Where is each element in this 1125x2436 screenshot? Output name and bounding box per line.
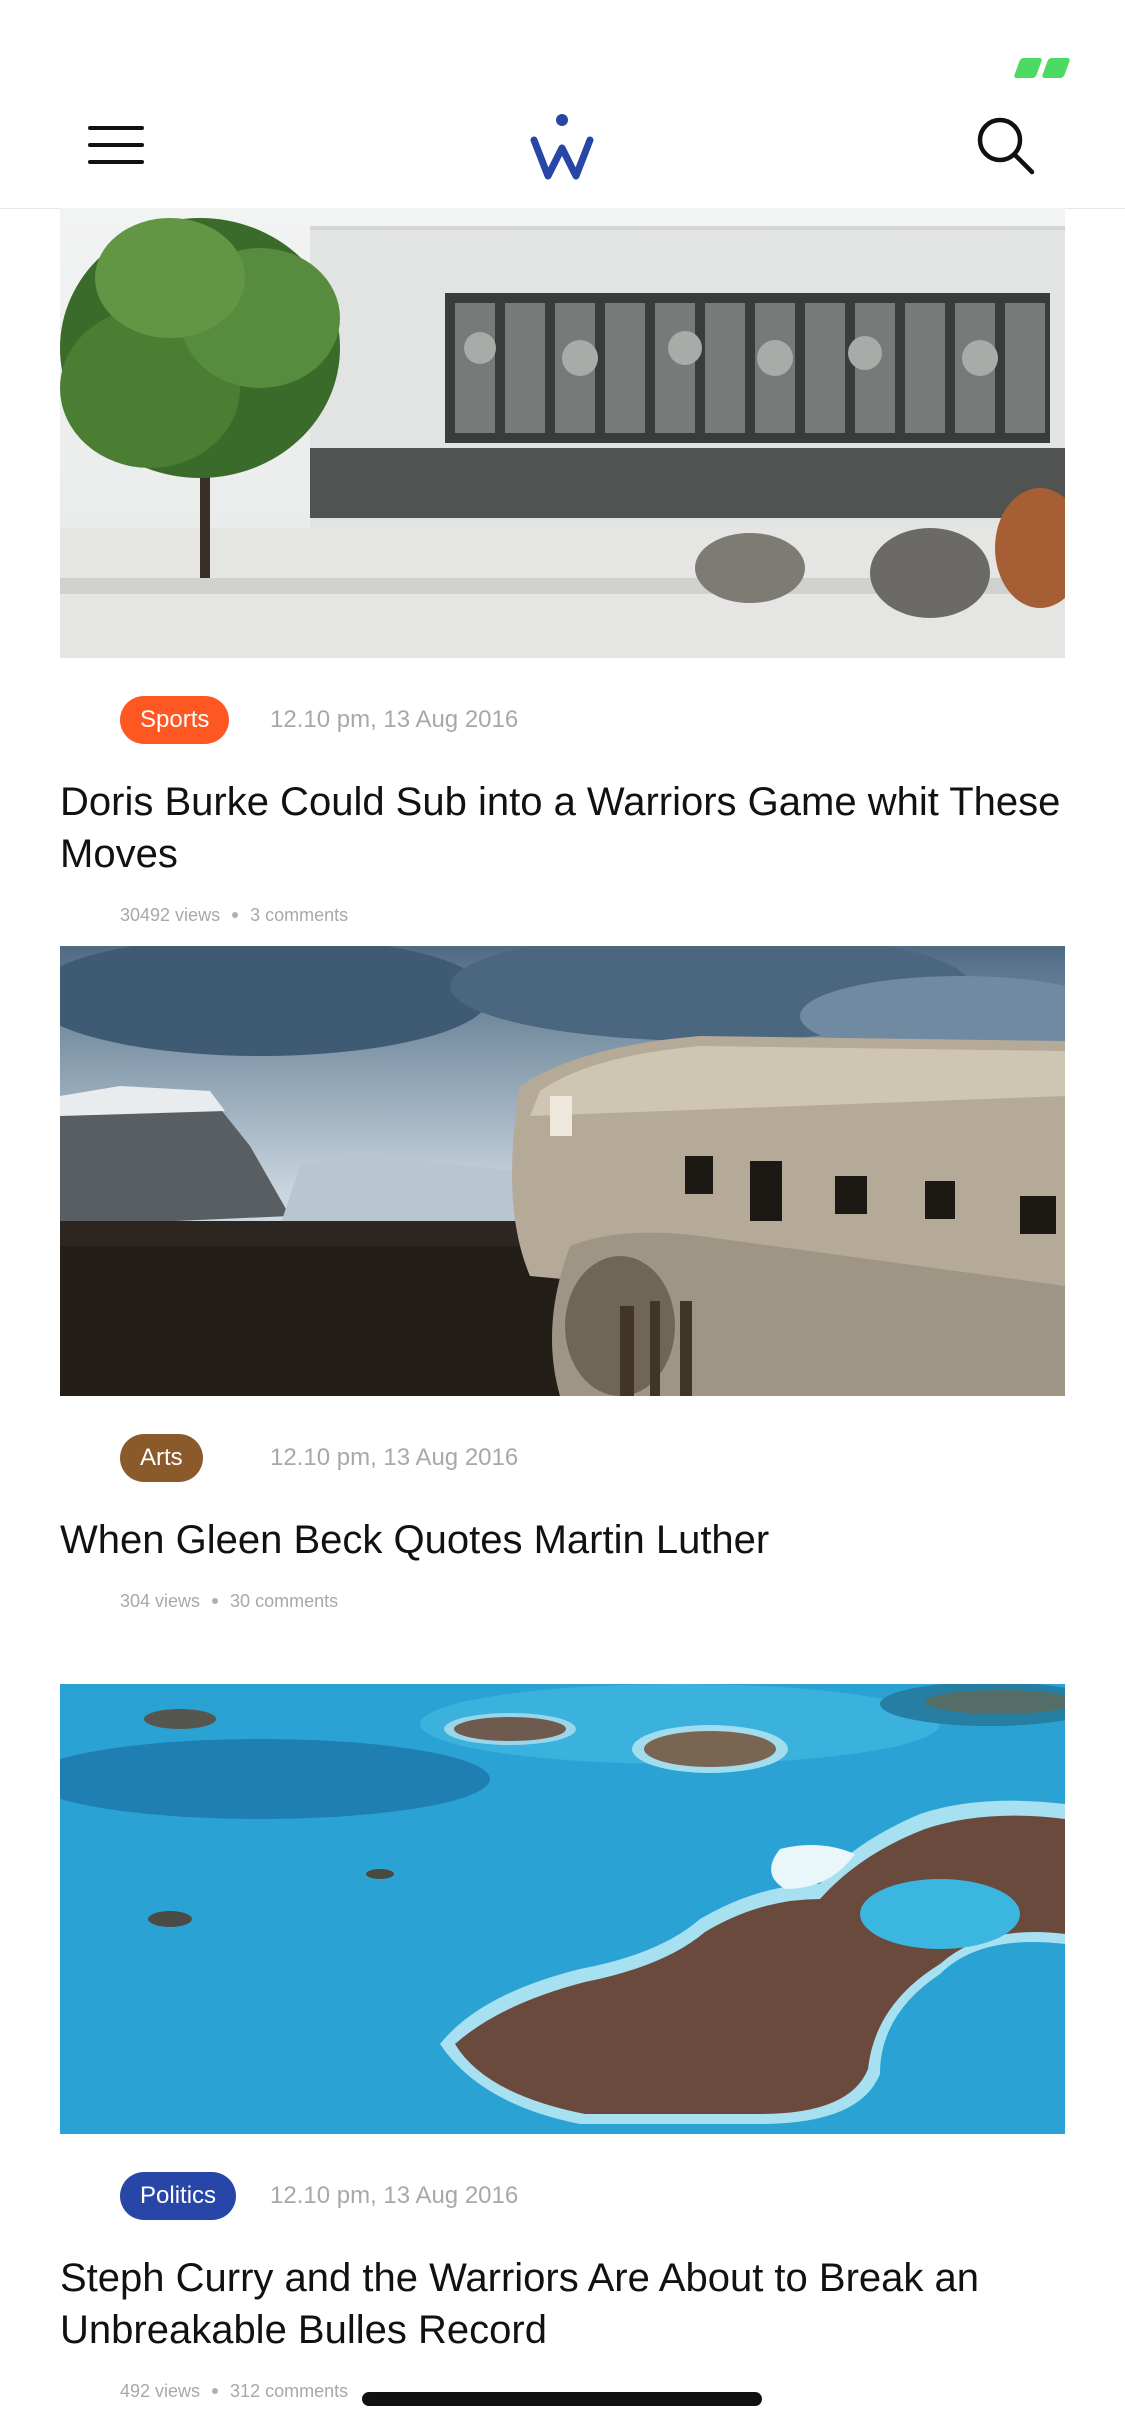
article-meta: Politics 12.10 pm, 13 Aug 2016	[60, 2134, 1065, 2252]
menu-icon[interactable]	[88, 126, 144, 166]
article-image-islands[interactable]	[60, 1684, 1065, 2134]
battery-charging-icon	[1013, 58, 1071, 78]
category-badge[interactable]: Arts	[120, 1434, 203, 1482]
app-header	[0, 90, 1125, 209]
article-image-museum[interactable]	[60, 208, 1065, 658]
logo-icon[interactable]	[530, 114, 594, 184]
separator-dot	[212, 1598, 219, 1604]
separator-dot	[232, 912, 239, 918]
comments-count[interactable]: 3 comments	[250, 900, 348, 930]
article-title[interactable]: Steph Curry and the Warriors Are About t…	[60, 2252, 1065, 2356]
home-indicator[interactable]	[362, 2392, 762, 2406]
article-timestamp: 12.10 pm, 13 Aug 2016	[270, 2182, 519, 2209]
article-title[interactable]: When Gleen Beck Quotes Martin Luther	[60, 1514, 1065, 1566]
views-count: 30492 views	[120, 905, 221, 925]
search-icon[interactable]	[976, 116, 1036, 176]
article-stats: 30492 views 3 comments	[60, 900, 1065, 930]
article-meta: Arts 12.10 pm, 13 Aug 2016	[60, 1396, 1065, 1514]
article-card[interactable]: Arts 12.10 pm, 13 Aug 2016 When Gleen Be…	[60, 946, 1065, 1616]
views-count: 492 views	[120, 2381, 201, 2401]
views-count: 304 views	[120, 1591, 201, 1611]
article-image-plane-wreck[interactable]	[60, 946, 1065, 1396]
category-badge[interactable]: Politics	[120, 2172, 237, 2220]
status-bar	[0, 0, 1125, 90]
article-meta: Sports 12.10 pm, 13 Aug 2016	[60, 658, 1065, 776]
comments-count[interactable]: 312 comments	[230, 2376, 348, 2406]
article-stats: 304 views 30 comments	[60, 1586, 1065, 1616]
article-timestamp: 12.10 pm, 13 Aug 2016	[270, 706, 519, 733]
comments-count[interactable]: 30 comments	[230, 1586, 338, 1616]
article-feed: Sports 12.10 pm, 13 Aug 2016 Doris Burke…	[60, 208, 1065, 2406]
category-badge[interactable]: Sports	[120, 696, 230, 744]
separator-dot	[212, 2388, 219, 2394]
article-card[interactable]: Politics 12.10 pm, 13 Aug 2016 Steph Cur…	[60, 1684, 1065, 2406]
article-timestamp: 12.10 pm, 13 Aug 2016	[270, 1444, 519, 1471]
article-card[interactable]: Sports 12.10 pm, 13 Aug 2016 Doris Burke…	[60, 208, 1065, 930]
article-title[interactable]: Doris Burke Could Sub into a Warriors Ga…	[60, 776, 1065, 880]
